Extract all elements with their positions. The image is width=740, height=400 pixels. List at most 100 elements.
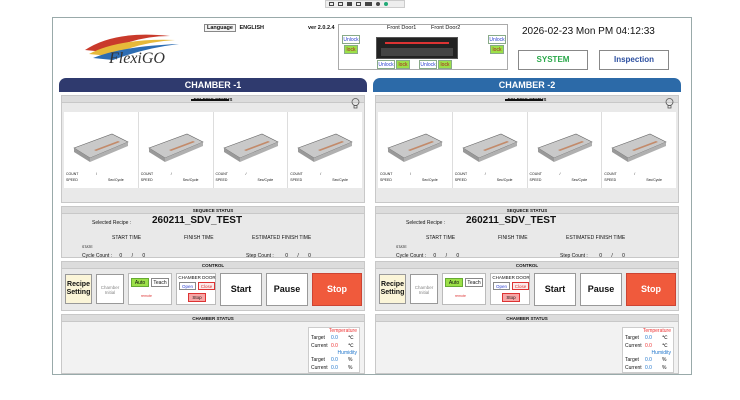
- system-button[interactable]: SYSTEM: [518, 50, 588, 70]
- door1-lock-button[interactable]: lock: [396, 60, 410, 69]
- settings-icon: [376, 2, 380, 6]
- folding-unit-3: COUNT / SPEED Sec/Cycle: [213, 112, 289, 188]
- speed-unit: Sec/Cycle: [646, 178, 663, 182]
- lightbulb-icon[interactable]: [665, 98, 674, 112]
- door2-lock-button[interactable]: lock: [438, 60, 452, 69]
- temp-target-value: 0.0: [331, 335, 338, 341]
- count-label: COUNT: [66, 172, 79, 176]
- stop-button[interactable]: Stop: [312, 273, 362, 306]
- language-label: Language: [204, 24, 236, 32]
- speed-label: SPEED: [215, 178, 228, 182]
- count-slash: /: [96, 172, 97, 176]
- mode-group: Auto Teach remote: [128, 273, 172, 305]
- recipe-setting-button[interactable]: Recipe Setting: [379, 274, 406, 304]
- auto-button[interactable]: Auto: [445, 278, 463, 287]
- step-count: Step Count : 0 / 0: [246, 253, 311, 259]
- pause-button[interactable]: Pause: [580, 273, 622, 306]
- inspection-button[interactable]: Inspection: [599, 50, 669, 70]
- cycle-count-total: 0: [456, 253, 460, 259]
- stop-button[interactable]: Stop: [626, 273, 676, 306]
- chamber-door-label: CHAMBER DOOR: [492, 275, 530, 280]
- temp-current-value: 0.0: [645, 343, 652, 349]
- control-section: CONTROL Recipe Setting Chamber Initial A…: [375, 261, 679, 311]
- door-open-button[interactable]: Open: [179, 282, 196, 290]
- start-time-label: START TIME: [426, 235, 456, 241]
- door-close-button[interactable]: Close: [512, 282, 529, 290]
- speed-label: SPEED: [66, 178, 78, 182]
- hum-current-unit: %: [348, 365, 353, 371]
- finish-time-label: FINISH TIME: [184, 235, 214, 241]
- start-button[interactable]: Start: [534, 273, 576, 306]
- step-count-total: 0: [308, 253, 311, 259]
- temp-current-value: 0.0: [331, 343, 338, 349]
- chamber-status-header: CHAMBER STATUS: [62, 315, 364, 322]
- recipe-setting-button[interactable]: Recipe Setting: [65, 274, 92, 304]
- folding-unit-1: COUNT / SPEED Sec/Cycle: [378, 112, 453, 188]
- chamber-initial-button[interactable]: Chamber Initial: [96, 274, 124, 304]
- hum-current-label: Current: [311, 365, 328, 371]
- remote-indicator: remote: [141, 294, 152, 298]
- front-door2-label: Front Door2: [431, 25, 461, 31]
- count-slash: /: [484, 172, 486, 176]
- sequence-status-section: SEQUECE STATUS Selected Recipe : 260211_…: [375, 206, 679, 259]
- hum-current-unit: %: [662, 365, 667, 371]
- hum-current-value: 0.0: [331, 365, 338, 371]
- language-selector[interactable]: Language ENGLISH: [204, 24, 264, 32]
- selected-recipe-label: Selected Recipe :: [92, 220, 132, 226]
- hum-target-label: Target: [625, 357, 639, 363]
- state-label: STATE: [82, 245, 93, 249]
- chamber-door-label: CHAMBER DOOR: [178, 275, 216, 280]
- folding-machine-icon: [387, 133, 443, 162]
- count-label: COUNT: [604, 172, 617, 176]
- right-lock-button[interactable]: lock: [490, 45, 504, 54]
- folding-machine-icon: [611, 133, 667, 162]
- door-stop-button[interactable]: Stop: [188, 293, 206, 302]
- folding-unit-4: COUNT / SPEED Sec/Cycle: [602, 112, 676, 188]
- left-unlock-button[interactable]: Unlock: [342, 35, 360, 44]
- temp-target-label: Target: [625, 335, 639, 341]
- top-icon-strip: [325, 0, 405, 8]
- hum-target-value: 0.0: [645, 357, 652, 363]
- start-button[interactable]: Start: [220, 273, 262, 306]
- folding-status-section: FOLDING STATUS COUNT/ SPEEDSec/Cycle COU…: [375, 95, 679, 203]
- datetime-display: 2026-02-23 Mon PM 04:12:33: [522, 26, 655, 37]
- count-slash: /: [170, 172, 172, 176]
- lightbulb-icon[interactable]: [351, 98, 360, 112]
- speed-label: SPEED: [529, 178, 542, 182]
- chamber-door-group: CHAMBER DOOR Open Close Stop: [490, 273, 530, 305]
- left-lock-button[interactable]: lock: [344, 45, 358, 54]
- selected-recipe-value: 260211_SDV_TEST: [466, 215, 557, 226]
- hum-target-unit: %: [348, 357, 353, 363]
- chamber-2-panel: CHAMBER -2 FOLDING STATUS COUNT/ SPEEDSe…: [373, 78, 681, 374]
- door-stop-button[interactable]: Stop: [502, 293, 520, 302]
- chamber-initial-button[interactable]: Chamber Initial: [410, 274, 438, 304]
- cycle-count-value: 0: [433, 253, 437, 259]
- door-open-button[interactable]: Open: [493, 282, 510, 290]
- window-icon: [338, 2, 343, 6]
- front-door-image: [376, 37, 458, 59]
- count-slash: /: [410, 172, 411, 176]
- speed-unit: Sec/Cycle: [108, 178, 124, 182]
- mode-group: Auto Teach remote: [442, 273, 486, 305]
- speed-unit: Sec/Cycle: [422, 178, 438, 182]
- folding-status-section: FOLDING STATUS COUNT/ SPEEDSec/Cycle COU…: [61, 95, 365, 203]
- sequence-status-section: SEQUECE STATUS Selected Recipe : 260211_…: [61, 206, 365, 259]
- estimated-finish-time-label: ESTIMATED FINISH TIME: [252, 235, 312, 241]
- folding-unit-3: COUNT / SPEED Sec/Cycle: [527, 112, 603, 188]
- door2-unlock-button[interactable]: Unlock: [419, 60, 437, 69]
- header: FlexiGO Language ENGLISH ver 2.0.2.4 Fro…: [53, 18, 691, 74]
- monitor-icon: [329, 2, 334, 6]
- cycle-count: Cycle Count : 0 / 0: [82, 253, 145, 259]
- teach-button[interactable]: Teach: [465, 278, 483, 287]
- start-time-label: START TIME: [112, 235, 142, 241]
- pause-button[interactable]: Pause: [266, 273, 308, 306]
- auto-button[interactable]: Auto: [131, 278, 149, 287]
- step-count-total: 0: [622, 253, 625, 259]
- door-close-button[interactable]: Close: [198, 282, 215, 290]
- control-header: CONTROL: [376, 262, 678, 269]
- estimated-finish-time-label: ESTIMATED FINISH TIME: [566, 235, 626, 241]
- teach-button[interactable]: Teach: [151, 278, 169, 287]
- right-unlock-button[interactable]: Unlock: [488, 35, 506, 44]
- door1-unlock-button[interactable]: Unlock: [377, 60, 395, 69]
- count-label: COUNT: [380, 172, 393, 176]
